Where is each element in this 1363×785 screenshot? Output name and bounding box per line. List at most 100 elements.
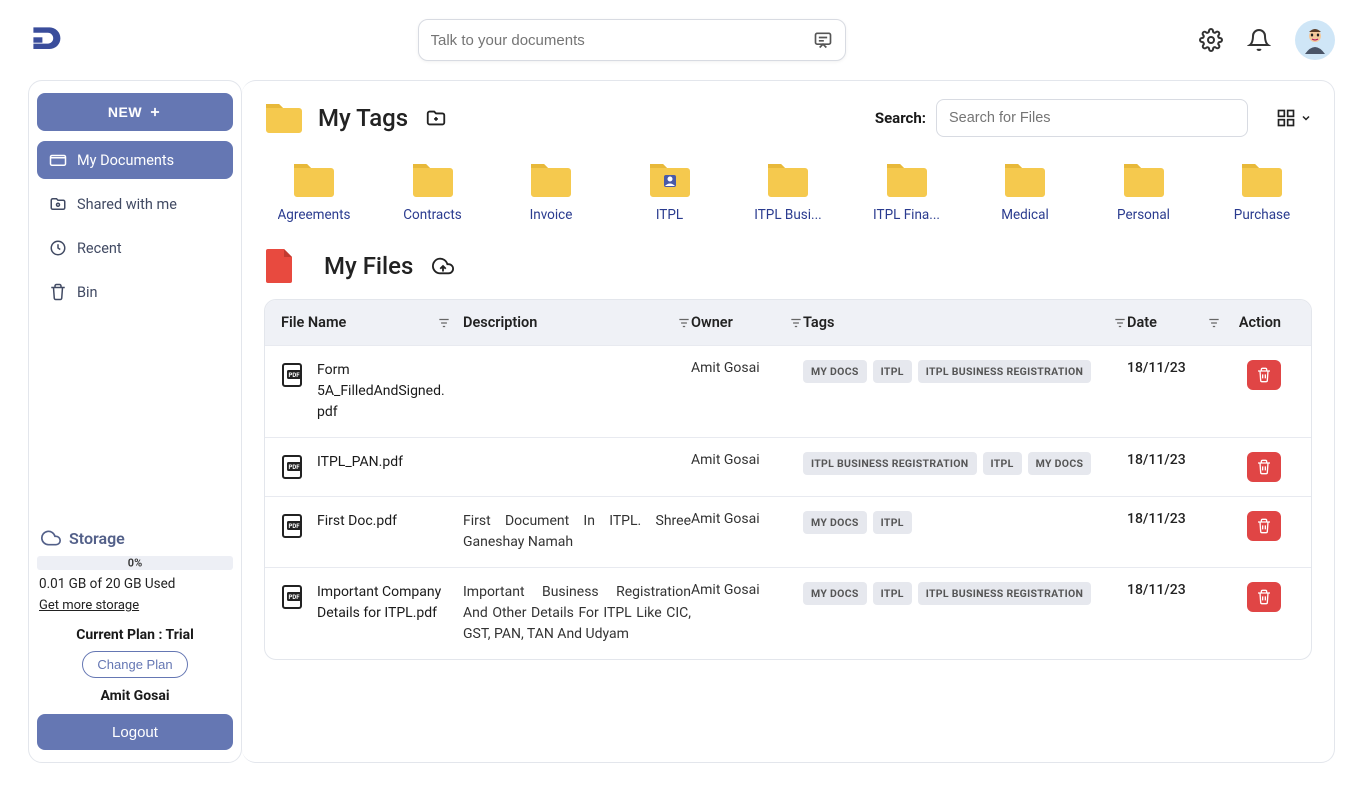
notifications-button[interactable] <box>1247 28 1271 52</box>
tag-chip[interactable]: MY DOCS <box>803 511 867 534</box>
folder-itpl-fina-[interactable]: ITPL Fina... <box>857 161 957 223</box>
cell-owner: Amit Gosai <box>691 360 803 376</box>
svg-text:PDF: PDF <box>288 523 300 530</box>
filter-date-icon[interactable] <box>1207 316 1221 330</box>
new-button-label: NEW <box>108 104 142 120</box>
table-row: PDFITPL_PAN.pdfAmit GosaiITPL BUSINESS R… <box>265 437 1311 496</box>
folder-label: Medical <box>1001 207 1049 223</box>
folder-invoice[interactable]: Invoice <box>501 161 601 223</box>
folder-label: Personal <box>1117 207 1170 223</box>
folder-icon <box>766 161 810 199</box>
add-folder-button[interactable] <box>424 107 448 129</box>
tag-chip[interactable]: MY DOCS <box>1028 452 1092 475</box>
folder-contracts[interactable]: Contracts <box>383 161 483 223</box>
cell-description: Important Business Registration And Othe… <box>463 582 691 645</box>
filter-desc-icon[interactable] <box>677 316 691 330</box>
svg-text:PDF: PDF <box>288 594 300 601</box>
tag-chip[interactable]: ITPL <box>983 452 1022 475</box>
filter-owner-icon[interactable] <box>789 316 803 330</box>
upload-button[interactable] <box>431 255 455 277</box>
storage-progress: 0% <box>37 556 233 570</box>
sidebar-item-shared-with-me[interactable]: Shared with me <box>37 185 233 223</box>
storage-used: 0.01 GB of 20 GB Used <box>37 576 233 592</box>
col-date: Date <box>1127 314 1157 331</box>
folder-label: ITPL <box>656 207 683 223</box>
folder-medical[interactable]: Medical <box>975 161 1075 223</box>
global-search[interactable] <box>418 19 846 61</box>
files-table: File Name Description Owner Tags Date Ac… <box>264 299 1312 660</box>
change-plan-button[interactable]: Change Plan <box>82 651 187 678</box>
folder-itpl-busi-[interactable]: ITPL Busi... <box>738 161 838 223</box>
delete-button[interactable] <box>1247 360 1281 390</box>
table-row: PDFForm 5A_FilledAndSigned.pdf Amit Gosai… <box>265 345 1311 437</box>
delete-button[interactable] <box>1247 582 1281 612</box>
cell-tags: MY DOCS ITPL ITPL BUSINESS REGISTRATION <box>803 582 1127 605</box>
folder-icon <box>529 161 573 199</box>
avatar[interactable] <box>1295 20 1335 60</box>
logo <box>28 22 64 58</box>
share-icon <box>49 195 67 213</box>
cell-tags: MY DOCS ITPL ITPL BUSINESS REGISTRATION <box>803 360 1127 383</box>
folder-label: Contracts <box>403 207 461 223</box>
search-label: Search: <box>875 109 926 127</box>
my-tags-title: My Tags <box>318 104 408 132</box>
search-files-input[interactable] <box>936 99 1248 137</box>
settings-button[interactable] <box>1199 28 1223 52</box>
sidebar-item-bin[interactable]: Bin <box>37 273 233 311</box>
sidebar-item-recent[interactable]: Recent <box>37 229 233 267</box>
global-search-input[interactable] <box>431 32 813 49</box>
table-row: PDFFirst Doc.pdfFirst Document In ITPL. … <box>265 496 1311 567</box>
col-filename: File Name <box>281 314 346 331</box>
pdf-icon: PDF <box>281 584 307 610</box>
folder-icon <box>1122 161 1166 199</box>
cell-date: 18/11/23 <box>1127 511 1221 527</box>
tag-chip[interactable]: ITPL BUSINESS REGISTRATION <box>918 582 1092 605</box>
tag-chip[interactable]: ITPL <box>873 582 912 605</box>
folder-label: Purchase <box>1234 207 1290 223</box>
cell-action <box>1221 511 1281 541</box>
folder-purchase[interactable]: Purchase <box>1212 161 1312 223</box>
folder-label: Invoice <box>530 207 573 223</box>
delete-button[interactable] <box>1247 452 1281 482</box>
folder-icon <box>292 161 336 199</box>
tag-chip[interactable]: ITPL <box>873 360 912 383</box>
logout-button[interactable]: Logout <box>37 714 233 750</box>
tag-chip[interactable]: MY DOCS <box>803 360 867 383</box>
new-button[interactable]: NEW <box>37 93 233 131</box>
tag-chip[interactable]: MY DOCS <box>803 582 867 605</box>
cell-owner: Amit Gosai <box>691 582 803 598</box>
filter-tags-icon[interactable] <box>1113 316 1127 330</box>
cell-action <box>1221 360 1281 390</box>
tag-chip[interactable]: ITPL BUSINESS REGISTRATION <box>918 360 1092 383</box>
sidebar: NEW My DocumentsShared with meRecentBin … <box>28 80 242 763</box>
folder-icon <box>411 161 455 199</box>
svg-text:PDF: PDF <box>288 464 300 471</box>
folder-label: ITPL Busi... <box>754 207 821 223</box>
col-action: Action <box>1239 314 1281 331</box>
nav-label: Shared with me <box>77 196 177 213</box>
main-content: My Tags Search: Agreements Contracts Invoi… <box>242 80 1335 763</box>
nav-label: My Documents <box>77 152 174 169</box>
cell-filename: PDFForm 5A_FilledAndSigned.pdf <box>281 360 451 423</box>
get-more-storage-link[interactable]: Get more storage <box>37 598 141 613</box>
folder-label: Agreements <box>278 207 351 223</box>
cell-owner: Amit Gosai <box>691 452 803 468</box>
clock-icon <box>49 239 67 257</box>
sidebar-item-my-documents[interactable]: My Documents <box>37 141 233 179</box>
my-files-title: My Files <box>324 252 413 280</box>
pdf-icon: PDF <box>281 454 307 480</box>
tag-chip[interactable]: ITPL BUSINESS REGISTRATION <box>803 452 977 475</box>
delete-button[interactable] <box>1247 511 1281 541</box>
folder-icon <box>648 161 692 199</box>
view-toggle[interactable] <box>1276 108 1312 128</box>
folder-agreements[interactable]: Agreements <box>264 161 364 223</box>
folder-icon <box>264 101 304 135</box>
tag-chip[interactable]: ITPL <box>873 511 912 534</box>
trash-icon <box>49 283 67 301</box>
storage-heading: Storage <box>37 528 233 548</box>
filter-name-icon[interactable] <box>437 316 451 330</box>
folder-itpl[interactable]: ITPL <box>620 161 720 223</box>
cell-action <box>1221 452 1281 482</box>
folder-personal[interactable]: Personal <box>1094 161 1194 223</box>
cell-action <box>1221 582 1281 612</box>
